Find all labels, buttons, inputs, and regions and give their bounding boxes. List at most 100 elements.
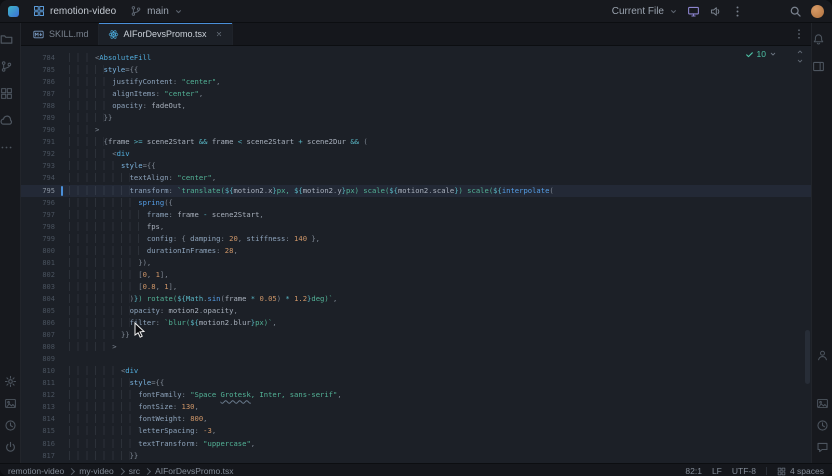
line-number: 814 — [21, 413, 55, 425]
line-number: 798 — [21, 221, 55, 233]
tab-label: SKILL.md — [49, 29, 89, 39]
code-line-784[interactable]: 784 <AbsoluteFill — [21, 52, 811, 64]
code-line-795[interactable]: 795 transform: `translate(${motion2.x}px… — [21, 185, 811, 197]
current-file-dropdown[interactable]: Current File — [612, 6, 678, 17]
search-icon[interactable] — [789, 5, 802, 18]
history-icon[interactable] — [4, 419, 17, 432]
code-line-785[interactable]: 785 style={{ — [21, 64, 811, 76]
code-text: )}) rotate(${Math.sin(frame * 0.05) * 1.… — [55, 293, 337, 305]
code-line-786[interactable]: 786 justifyContent: "center", — [21, 76, 811, 88]
screen-share-icon[interactable] — [687, 5, 700, 18]
tab-bar: SKILL.md AIForDevsPromo.tsx — [21, 23, 811, 46]
code-text: [0.8, 1], — [55, 281, 177, 293]
code-line-812[interactable]: 812 fontFamily: "Space Grotesk, Inter, s… — [21, 389, 811, 401]
line-number: 787 — [21, 88, 55, 100]
line-number: 800 — [21, 245, 55, 257]
breadcrumb-item[interactable]: remotion-video — [8, 466, 64, 476]
code-text: }), — [55, 257, 151, 269]
line-ending[interactable]: LF — [712, 466, 722, 476]
code-line-810[interactable]: 810 <div — [21, 365, 811, 377]
breadcrumb-item[interactable]: my-video — [79, 466, 113, 476]
image-icon[interactable] — [4, 397, 17, 410]
branch-menu[interactable]: main — [130, 5, 183, 17]
code-line-815[interactable]: 815 letterSpacing: -3, — [21, 425, 811, 437]
line-number: 799 — [21, 233, 55, 245]
user-avatar[interactable] — [811, 5, 824, 18]
code-line-796[interactable]: 796 spring({ — [21, 197, 811, 209]
power-icon[interactable] — [4, 441, 17, 454]
code-line-794[interactable]: 794 textAlign: "center", — [21, 172, 811, 184]
code-line-809[interactable]: 809 — [21, 353, 811, 365]
code-line-793[interactable]: 793 style={{ — [21, 160, 811, 172]
code-text: durationInFrames: 28, — [55, 245, 238, 257]
code-line-817[interactable]: 817 }} — [21, 450, 811, 462]
person-icon[interactable] — [816, 349, 829, 362]
files-icon[interactable] — [0, 33, 13, 46]
indent-settings[interactable]: 4 spaces — [777, 466, 824, 476]
code-line-816[interactable]: 816 textTransform: "uppercase", — [21, 438, 811, 450]
code-line-805[interactable]: 805 opacity: motion2.opacity, — [21, 305, 811, 317]
code-text: alignItems: "center", — [55, 88, 203, 100]
code-line-791[interactable]: 791 {frame >= scene2Start && frame < sce… — [21, 136, 811, 148]
history-icon[interactable] — [816, 419, 829, 432]
line-number: 786 — [21, 76, 55, 88]
code-line-789[interactable]: 789 }} — [21, 112, 811, 124]
breadcrumb-item[interactable]: AIForDevsPromo.tsx — [155, 466, 233, 476]
code-text: {frame >= scene2Start && frame < scene2S… — [55, 136, 368, 148]
code-line-813[interactable]: 813 fontSize: 130, — [21, 401, 811, 413]
code-line-788[interactable]: 788 opacity: fadeOut, — [21, 100, 811, 112]
code-text: filter: `blur(${motion2.blur}px)`, — [55, 317, 277, 329]
code-line-799[interactable]: 799 config: { damping: 20, stiffness: 14… — [21, 233, 811, 245]
panel-icon[interactable] — [812, 60, 825, 73]
scrollbar-thumb[interactable] — [805, 330, 810, 384]
code-line-811[interactable]: 811 style={{ — [21, 377, 811, 389]
line-number: 795 — [21, 185, 55, 197]
branch-name: main — [147, 6, 169, 17]
code-line-807[interactable]: 807 }} — [21, 329, 811, 341]
tab-SKILL.md[interactable]: SKILL.md — [24, 23, 99, 45]
project-menu[interactable]: remotion-video — [33, 5, 116, 17]
code-editor[interactable]: 784 <AbsoluteFill785 style={{786 justify… — [21, 46, 811, 463]
cursor-position[interactable]: 82:1 — [685, 466, 702, 476]
gear-icon[interactable] — [4, 375, 17, 388]
tab-options-icon[interactable] — [793, 28, 805, 40]
code-text: }} — [55, 450, 138, 462]
code-line-787[interactable]: 787 alignItems: "center", — [21, 88, 811, 100]
chevron-down-icon — [174, 7, 183, 16]
code-line-801[interactable]: 801 }), — [21, 257, 811, 269]
code-text: fps, — [55, 221, 164, 233]
code-line-792[interactable]: 792 <div — [21, 148, 811, 160]
breadcrumb-item[interactable]: src — [129, 466, 140, 476]
image-icon[interactable] — [816, 397, 829, 410]
audio-icon[interactable] — [709, 5, 722, 18]
code-line-802[interactable]: 802 [0, 1], — [21, 269, 811, 281]
branch-icon[interactable] — [0, 60, 13, 73]
code-line-806[interactable]: 806 filter: `blur(${motion2.blur}px)`, — [21, 317, 811, 329]
code-line-798[interactable]: 798 fps, — [21, 221, 811, 233]
bell-icon[interactable] — [812, 33, 825, 46]
indent-label: 4 spaces — [790, 466, 824, 476]
tab-AIForDevsPromo.tsx[interactable]: AIForDevsPromo.tsx — [99, 23, 233, 45]
more-menu-icon[interactable] — [731, 5, 744, 18]
code-line-800[interactable]: 800 durationInFrames: 28, — [21, 245, 811, 257]
cloud-icon[interactable] — [0, 114, 13, 127]
chevron-up-icon[interactable] — [796, 48, 804, 56]
encoding[interactable]: UTF-8 — [732, 466, 756, 476]
code-text — [55, 353, 69, 365]
close-icon[interactable] — [215, 30, 223, 38]
chat-icon[interactable] — [816, 441, 829, 454]
code-line-790[interactable]: 790 > — [21, 124, 811, 136]
diagnostics-indicator[interactable]: 10 — [745, 49, 777, 59]
more-icon[interactable] — [0, 141, 13, 154]
code-text: > — [55, 341, 117, 353]
code-line-797[interactable]: 797 frame: frame - scene2Start, — [21, 209, 811, 221]
chevron-right-icon — [118, 467, 125, 474]
code-line-814[interactable]: 814 fontWeight: 800, — [21, 413, 811, 425]
indent-icon — [777, 467, 786, 476]
code-line-804[interactable]: 804 )}) rotate(${Math.sin(frame * 0.05) … — [21, 293, 811, 305]
code-line-803[interactable]: 803 [0.8, 1], — [21, 281, 811, 293]
board-icon[interactable] — [0, 87, 13, 100]
code-line-808[interactable]: 808 > — [21, 341, 811, 353]
chevron-down-icon[interactable] — [796, 57, 804, 65]
react-file-icon — [108, 29, 119, 40]
